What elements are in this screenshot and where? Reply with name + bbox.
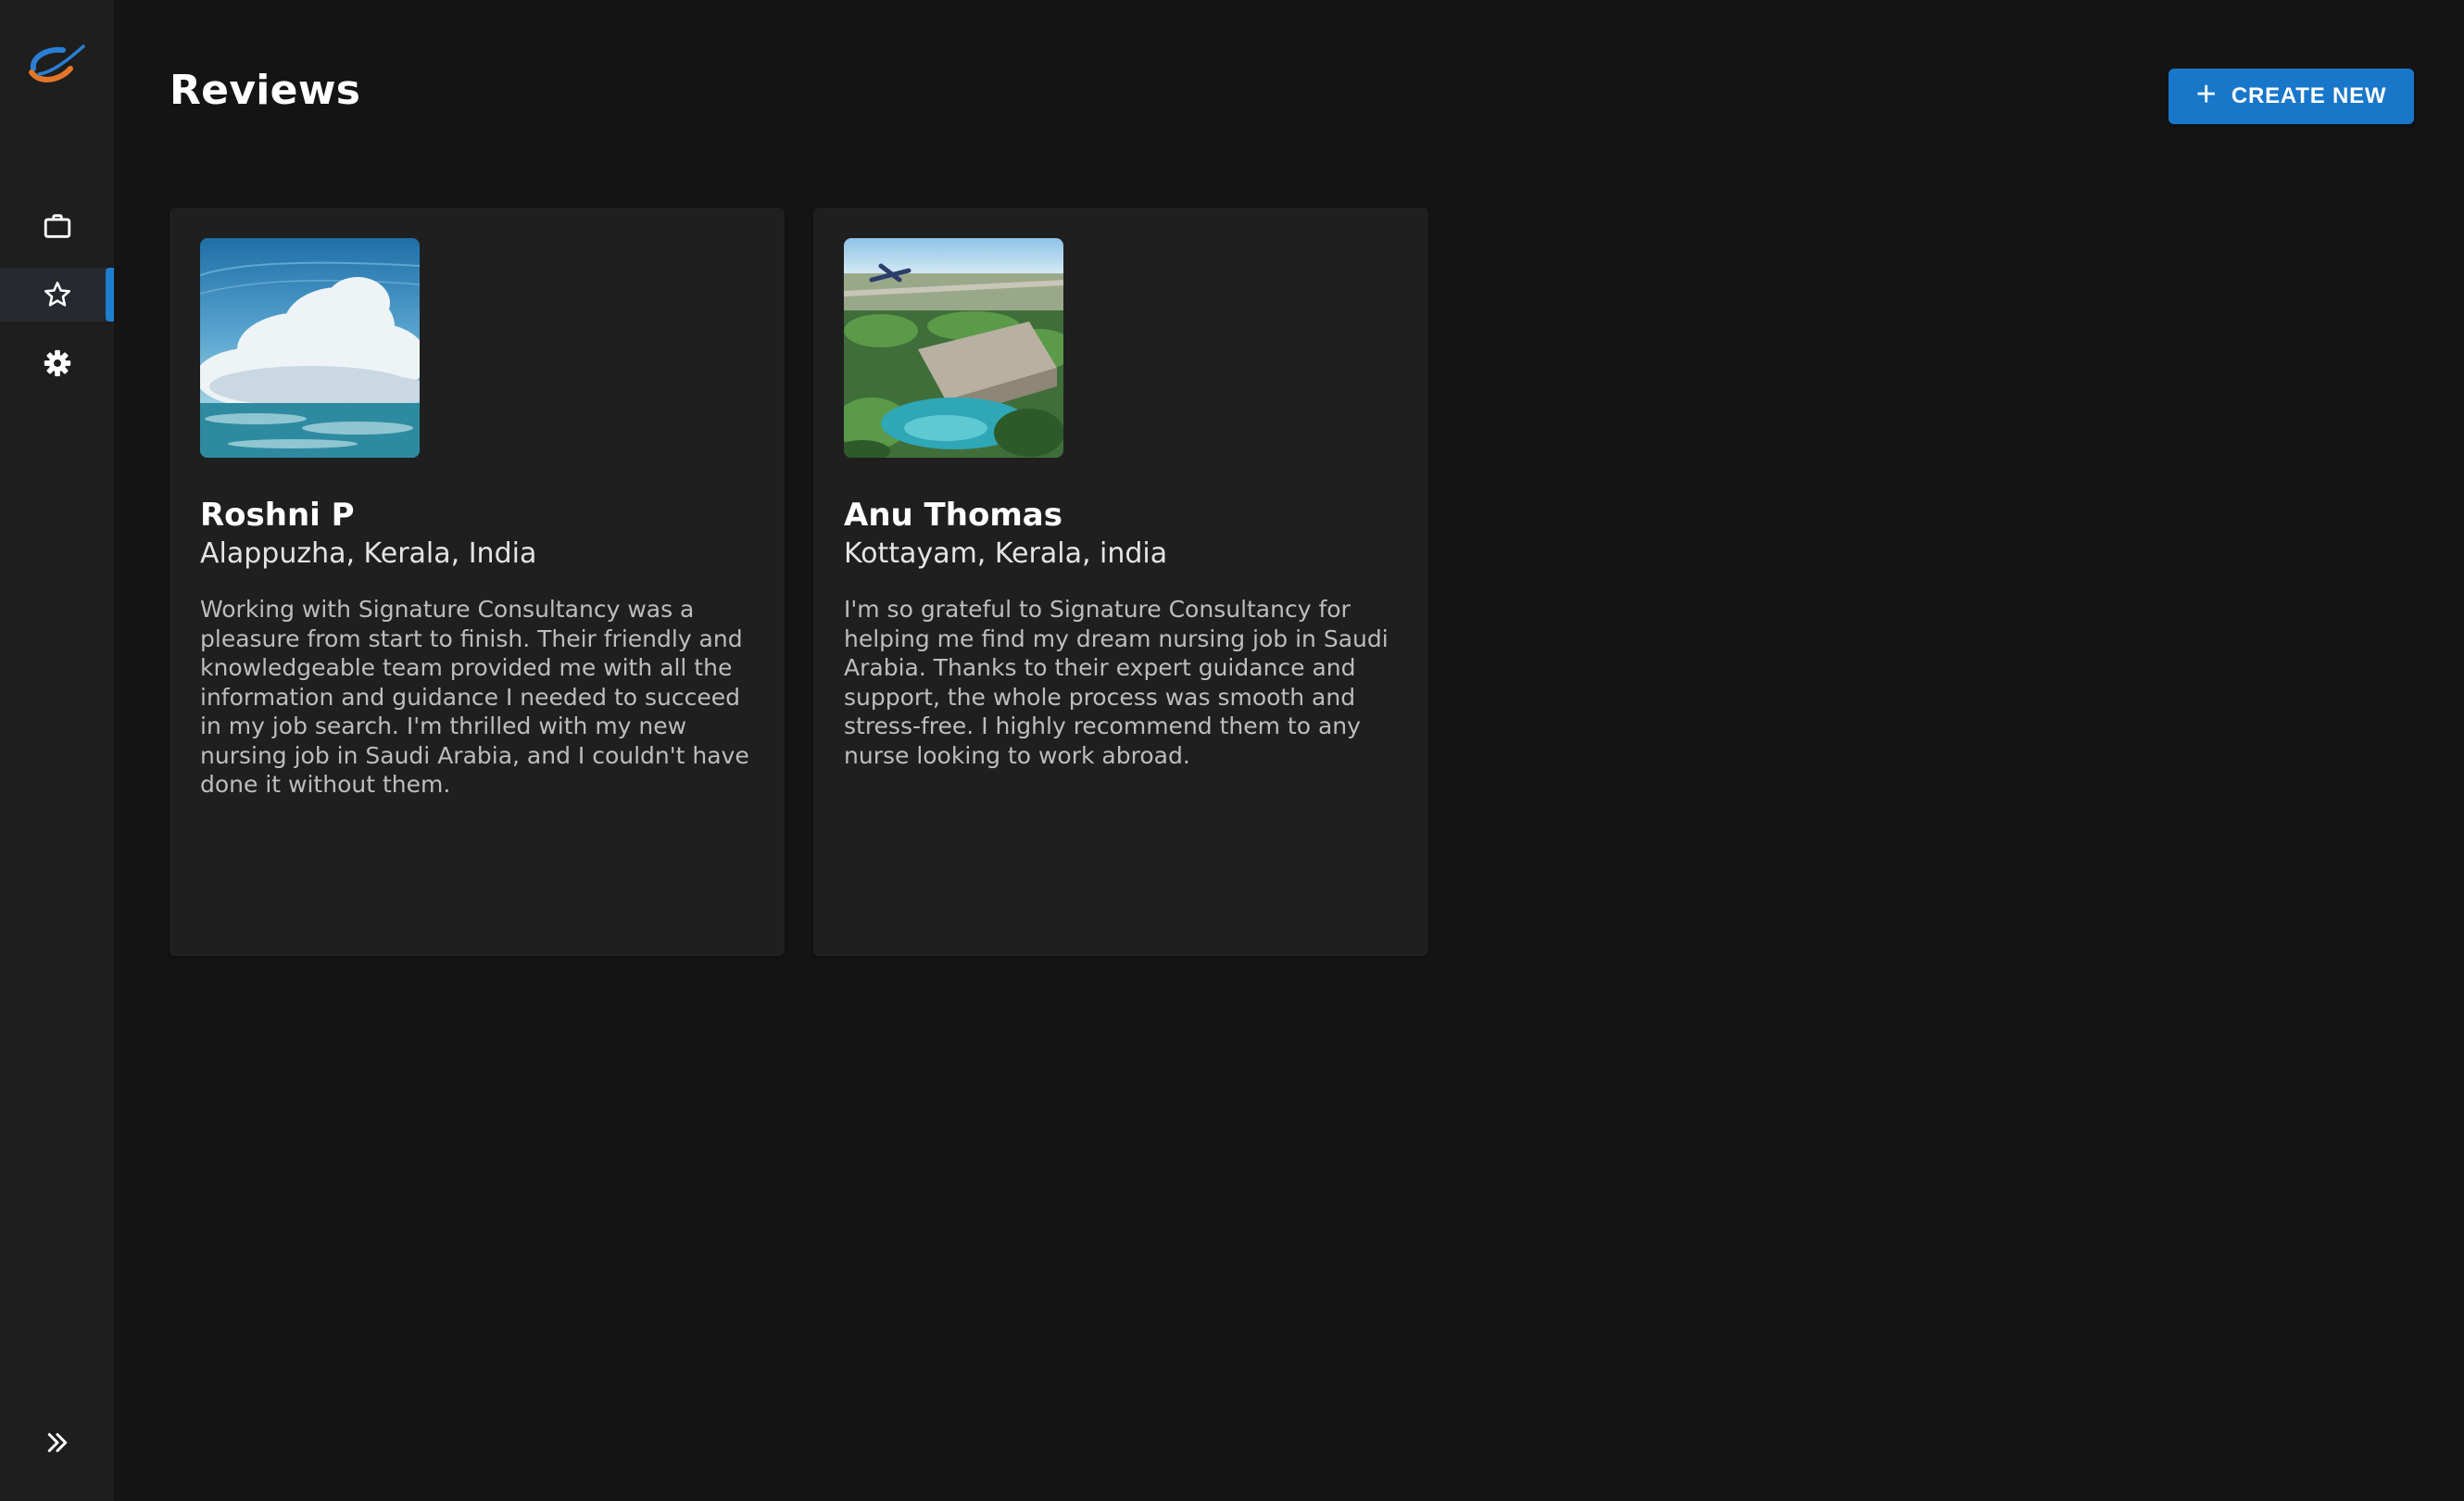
plus-icon: + — [2195, 75, 2217, 114]
reviewer-location: Kottayam, Kerala, india — [844, 537, 1168, 570]
reviewer-name: Anu Thomas — [844, 497, 1062, 534]
create-new-button[interactable]: + CREATE NEW — [2169, 69, 2414, 124]
review-card[interactable]: Anu Thomas Kottayam, Kerala, india I'm s… — [813, 208, 1428, 956]
create-new-label: CREATE NEW — [2231, 83, 2387, 108]
sidebar — [0, 0, 114, 1501]
gear-icon — [44, 349, 70, 377]
sidebar-expand-button[interactable] — [0, 1418, 114, 1468]
sidebar-item-settings[interactable] — [0, 336, 114, 390]
app-logo-icon — [29, 44, 85, 82]
review-card[interactable]: Roshni P Alappuzha, Kerala, India Workin… — [170, 208, 785, 956]
sidebar-item-reviews[interactable] — [0, 268, 114, 322]
review-text: I'm so grateful to Signature Consultancy… — [844, 596, 1389, 769]
app-logo[interactable] — [26, 41, 87, 93]
review-thumbnail — [200, 238, 420, 458]
app-root: Reviews + CREATE NEW Roshni P Alappuzha,… — [0, 0, 2464, 1501]
page-title: Reviews — [170, 67, 361, 114]
review-thumbnail — [844, 238, 1063, 458]
sidebar-item-jobs[interactable] — [0, 199, 114, 253]
reviewer-location: Alappuzha, Kerala, India — [200, 537, 537, 570]
reviewer-name: Roshni P — [200, 497, 355, 534]
cloud-sky-image — [200, 238, 420, 458]
airport-landscape-image — [844, 238, 1063, 458]
double-chevron-right-icon — [47, 1432, 67, 1453]
star-icon — [44, 281, 70, 307]
review-text: Working with Signature Consultancy was a… — [200, 596, 749, 798]
briefcase-icon — [44, 214, 70, 238]
